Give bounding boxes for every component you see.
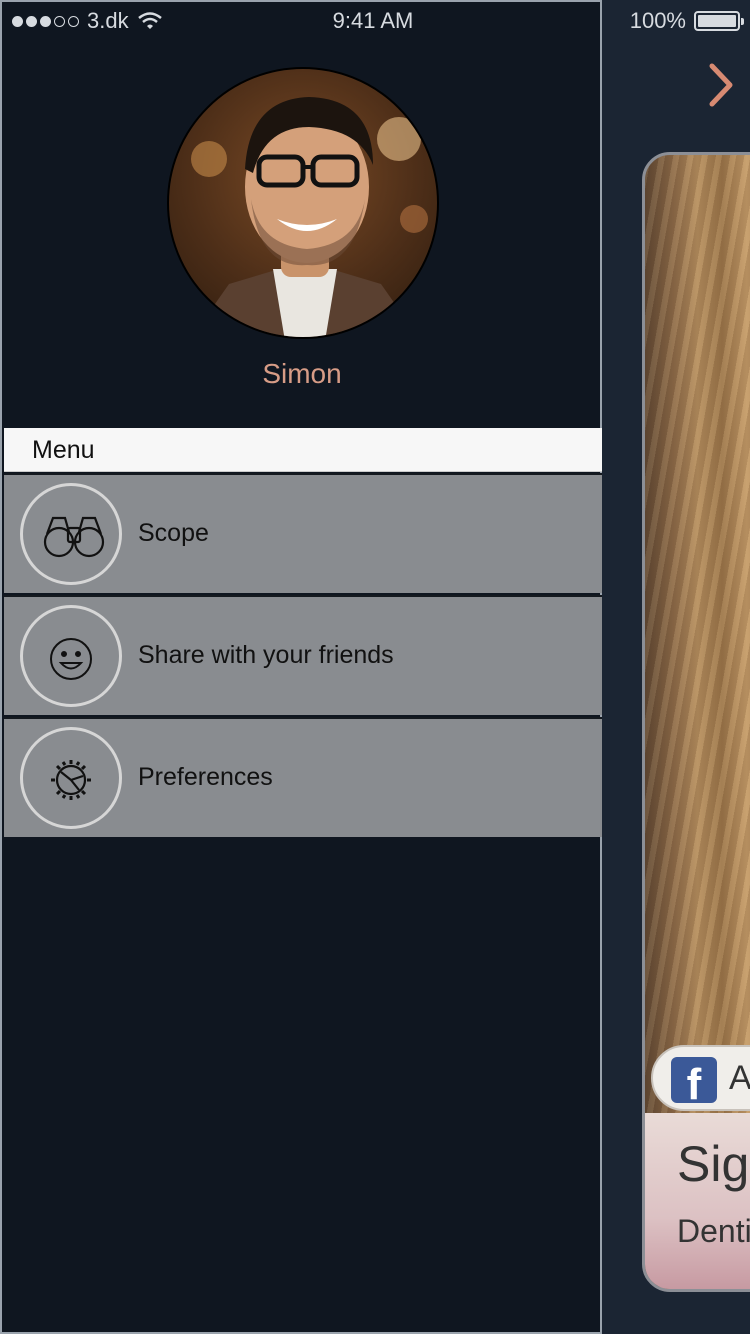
status-right: 100% — [629, 8, 744, 34]
clock: 9:41 AM — [332, 8, 414, 33]
menu-item-label: Scope — [138, 519, 209, 547]
profile-name: Simon — [262, 358, 342, 389]
avatar-photo — [191, 97, 428, 337]
icon-circle — [20, 483, 122, 585]
facebook-icon: f — [671, 1057, 717, 1103]
menu-item-share[interactable]: Share with your friends — [4, 595, 602, 715]
card-title: Sigr — [677, 1136, 750, 1192]
battery-icon — [694, 11, 744, 31]
profile-card[interactable]: f At Sigr Denti — [642, 152, 750, 1292]
menu-item-label: Share with your friends — [138, 641, 394, 669]
main-screen-peek: f At Sigr Denti — [600, 0, 750, 1334]
binoculars-icon — [43, 516, 105, 558]
menu-item-label: Preferences — [138, 763, 273, 791]
smiley-icon — [50, 638, 92, 680]
status-bar: 3.dk 9:41 AM 100% — [0, 0, 750, 40]
menu-header-label: Menu — [32, 436, 95, 464]
battery-percentage: 100% — [629, 8, 686, 33]
gear-icon — [51, 760, 91, 800]
icon-circle — [20, 605, 122, 707]
menu-item-scope[interactable]: Scope — [4, 473, 602, 593]
facebook-button[interactable]: f At — [651, 1045, 750, 1111]
card-subtitle: Denti — [677, 1213, 750, 1249]
avatar[interactable] — [167, 67, 439, 339]
icon-circle — [20, 727, 122, 829]
menu-item-preferences[interactable]: Preferences — [4, 717, 602, 837]
side-drawer: Simon Menu Scope Share with your friends… — [0, 0, 602, 1334]
menu-header: Menu — [4, 428, 602, 472]
chevron-right-icon[interactable] — [702, 60, 742, 110]
facebook-button-label: At — [729, 1059, 750, 1097]
